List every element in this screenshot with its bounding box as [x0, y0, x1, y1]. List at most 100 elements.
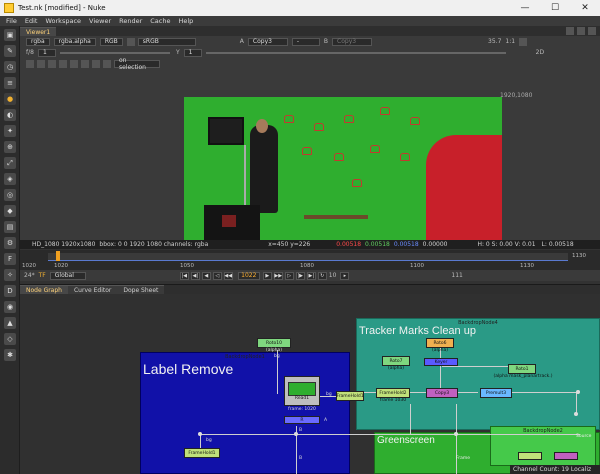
display-channels-dropdown[interactable]: RGB	[99, 37, 123, 46]
metadata-tools-icon[interactable]: ◆	[4, 205, 16, 217]
wipe-op-dropdown[interactable]: -	[291, 37, 320, 46]
menu-edit[interactable]: Edit	[25, 17, 38, 25]
update-mode-dropdown[interactable]: on selection	[114, 57, 160, 71]
proxy-icon[interactable]	[37, 60, 45, 68]
tab-node-graph[interactable]: Node Graph	[20, 285, 68, 294]
channels-dropdown[interactable]: rgba	[26, 37, 50, 46]
pixel-ratio[interactable]: 1:1	[505, 38, 515, 45]
ocio-tools-icon[interactable]: ◇	[4, 333, 16, 345]
toolsets-icon[interactable]: ▤	[4, 221, 16, 233]
dot-node[interactable]	[576, 390, 580, 394]
colorspace-dropdown[interactable]: sRGB	[137, 37, 196, 46]
last-frame-field[interactable]: 111	[451, 272, 462, 279]
timeline-track[interactable]	[48, 253, 568, 261]
views-tools-icon[interactable]: ◎	[4, 189, 16, 201]
backdrop-greenscreen-inner[interactable]: BackdropNode2	[490, 426, 596, 466]
particles-tools-icon[interactable]: ✧	[4, 269, 16, 281]
backdrop-tracker-marks[interactable]: BackdropNode4 Tracker Marks Clean up	[356, 318, 600, 430]
node-greenscreen-b[interactable]	[554, 452, 578, 460]
dot-node[interactable]	[574, 412, 578, 416]
menu-help[interactable]: Help	[178, 17, 193, 25]
merge-tools-icon[interactable]: ⊕	[4, 141, 16, 153]
deep-tools-icon[interactable]: D	[4, 285, 16, 297]
panel-close-icon[interactable]	[588, 27, 596, 35]
draw-tools-icon[interactable]: ✎	[4, 45, 16, 57]
node-premult[interactable]: Premult3	[480, 388, 512, 398]
time-tools-icon[interactable]: ◷	[4, 61, 16, 73]
tab-curve-editor[interactable]: Curve Editor	[67, 285, 118, 294]
input-b-dropdown[interactable]: Copy3	[332, 37, 373, 46]
view-mode[interactable]: 2D	[536, 49, 544, 56]
lut-toggle-icon[interactable]	[126, 37, 135, 46]
node-read1[interactable]: Read1	[284, 376, 320, 406]
viewer-viewport[interactable]: 1920,1080	[20, 70, 600, 240]
menu-cache[interactable]: Cache	[150, 17, 170, 25]
mask-icon[interactable]	[103, 60, 111, 68]
plugins-tools-icon[interactable]: ◉	[4, 301, 16, 313]
channel-tools-icon[interactable]: ≡	[4, 77, 16, 89]
layer-dropdown[interactable]: rgba.alpha	[53, 37, 96, 46]
node-roto7[interactable]: Roto7	[382, 356, 410, 366]
overlay-icon[interactable]	[92, 60, 100, 68]
next-key-button[interactable]: |▶	[295, 271, 305, 280]
next-frame-button[interactable]: ▶▶	[273, 271, 283, 280]
filter-tools-icon[interactable]: ◐	[4, 109, 16, 121]
play-backward-button[interactable]: ◁	[212, 271, 222, 280]
cara-tools-icon[interactable]: ▲	[4, 317, 16, 329]
node-greenscreen-a[interactable]	[518, 452, 542, 460]
backdrop-label-remove[interactable]: BackdropNode1 Label Remove	[140, 352, 350, 474]
node-framehold-bottom[interactable]: FrameHold1	[184, 448, 220, 458]
last-frame-button[interactable]: ▶|	[306, 271, 316, 280]
refresh-icon[interactable]	[70, 60, 78, 68]
fstop-label[interactable]: f/8	[26, 49, 34, 56]
node-framehold2[interactable]: FrameHold2	[376, 388, 410, 398]
fps-field[interactable]: 24*	[24, 272, 35, 279]
first-frame-button[interactable]: |◀	[179, 271, 189, 280]
image-tools-icon[interactable]: ▣	[4, 29, 16, 41]
current-frame-field[interactable]: 1022	[237, 271, 260, 280]
downscale-icon[interactable]	[48, 60, 56, 68]
pause-icon[interactable]	[81, 60, 89, 68]
prev-key-button[interactable]: ◀|	[190, 271, 200, 280]
range-scope-dropdown[interactable]: Global	[49, 271, 86, 280]
node-roto6[interactable]: Roto6	[426, 338, 454, 348]
transform-tools-icon[interactable]: ⤢	[4, 157, 16, 169]
keyer-tools-icon[interactable]: ✦	[4, 125, 16, 137]
dot-node[interactable]	[198, 432, 202, 436]
menu-workspace[interactable]: Workspace	[45, 17, 81, 25]
dot-node[interactable]	[454, 432, 458, 436]
menu-viewer[interactable]: Viewer	[89, 17, 111, 25]
gamma-slider[interactable]	[205, 51, 506, 54]
minimize-button[interactable]: —	[510, 0, 540, 16]
node-r[interactable]: R	[284, 416, 320, 424]
panel-menu-icon[interactable]	[577, 27, 585, 35]
zoom-value[interactable]: 35.7	[488, 38, 501, 45]
step-increment-button[interactable]: ▸	[340, 271, 350, 280]
extra-tools-icon[interactable]: ✱	[4, 349, 16, 361]
input-a-dropdown[interactable]: Copy3	[247, 37, 288, 46]
loop-button[interactable]: ↻	[317, 271, 327, 280]
step-back-button[interactable]: ◀	[201, 271, 211, 280]
gain-field[interactable]: 1	[37, 48, 56, 57]
3d-tools-icon[interactable]: ◈	[4, 173, 16, 185]
playhead[interactable]	[56, 251, 60, 261]
gain-slider[interactable]	[59, 51, 170, 54]
panel-float-icon[interactable]	[566, 27, 574, 35]
node-graph-canvas[interactable]: BackdropNode4 Tracker Marks Clean up Bac…	[20, 294, 600, 474]
menu-render[interactable]: Render	[119, 17, 142, 25]
dot-node[interactable]	[294, 432, 298, 436]
other-tools-icon[interactable]: ⚙	[4, 237, 16, 249]
play-forward-button[interactable]: ▶	[262, 271, 272, 280]
prev-frame-button[interactable]: ◀◀	[223, 271, 233, 280]
gamma-field[interactable]: 1	[183, 48, 202, 57]
furnace-tools-icon[interactable]: F	[4, 253, 16, 265]
color-tools-icon[interactable]: ●	[4, 93, 16, 105]
close-button[interactable]: ✕	[570, 0, 600, 16]
node-copy3[interactable]: Copy3	[426, 388, 458, 398]
maximize-button[interactable]: ☐	[540, 0, 570, 16]
timeline[interactable]: 1020 1020 1050 1080 1100 1130 1130	[20, 250, 600, 270]
node-roto1[interactable]: Roto1	[508, 364, 536, 374]
node-roto10[interactable]: Roto10	[257, 338, 291, 348]
step-forward-button[interactable]: ▷	[284, 271, 294, 280]
roi-icon[interactable]	[519, 37, 528, 46]
